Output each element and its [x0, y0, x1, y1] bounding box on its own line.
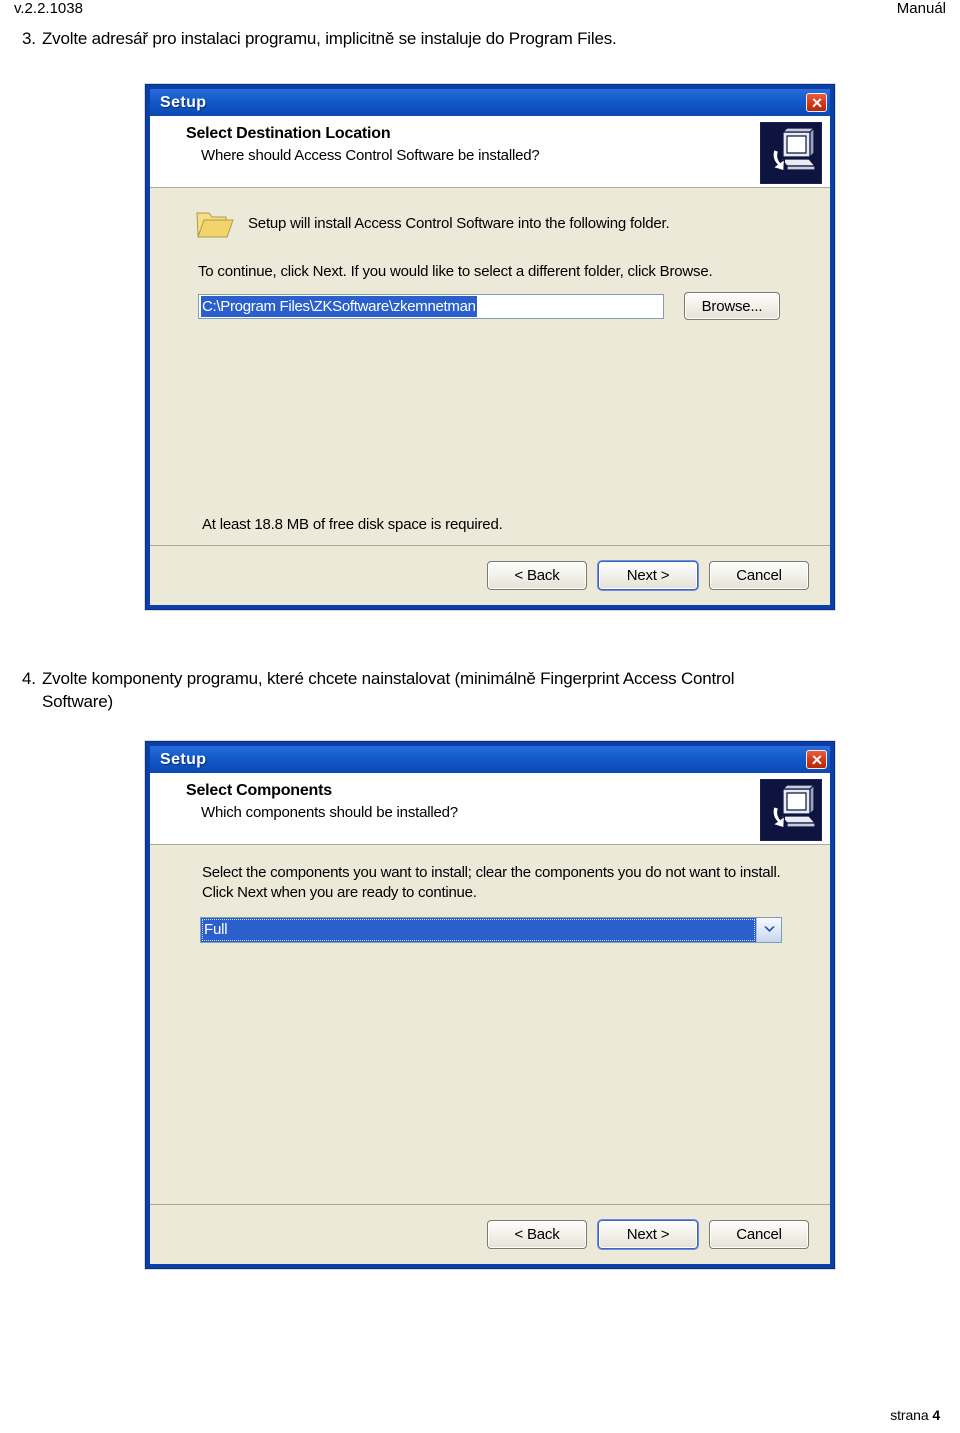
step-3-text: Zvolte adresář pro instalaci programu, i… — [42, 29, 617, 48]
step-3: 3. Zvolte adresář pro instalaci programu… — [0, 28, 900, 51]
dialog2-combo-row: Full — [150, 916, 830, 943]
setup-dialog-destination: Setup Select Destination Location Where … — [145, 84, 835, 610]
next-button-label: Next > — [626, 567, 670, 584]
chevron-down-icon[interactable] — [756, 917, 781, 942]
dialog1-disk-space: At least 18.8 MB of free disk space is r… — [202, 516, 503, 533]
back-button-label: < Back — [514, 1226, 560, 1243]
step-4-line1: Zvolte komponenty programu, které chcete… — [42, 669, 735, 688]
cancel-button-label: Cancel — [736, 567, 782, 584]
computer-install-icon — [760, 122, 822, 184]
dialog1-heading: Select Destination Location — [186, 125, 391, 142]
page-header: v.2.2.1038 Manuál — [0, 0, 960, 26]
dialog2-header-texts: Select Components Which components shoul… — [150, 782, 458, 844]
browse-button[interactable]: Browse... — [684, 292, 780, 320]
step-4-number: 4. — [22, 669, 36, 688]
dialog1-header-band: Select Destination Location Where should… — [150, 116, 830, 188]
dialog2-footer: < Back Next > Cancel — [150, 1204, 830, 1264]
dialog2-title: Setup — [160, 750, 207, 768]
document-version: v.2.2.1038 — [14, 0, 83, 17]
document-kind: Manuál — [896, 0, 946, 17]
page-footer: strana 4 — [890, 1407, 940, 1423]
step-3-number: 3. — [22, 29, 36, 48]
dialog1-folder-text: Setup will install Access Control Softwa… — [248, 214, 670, 232]
step-4-line2: Software) — [42, 691, 113, 711]
components-select[interactable]: Full — [200, 916, 782, 943]
step-4-text: Zvolte komponenty programu, které chcete… — [42, 668, 900, 714]
dialog1-footer: < Back Next > Cancel — [150, 545, 830, 605]
dialog2-instructions: Select the components you want to instal… — [150, 863, 830, 903]
dialog2-instructions-line1: Select the components you want to instal… — [202, 864, 736, 881]
back-button[interactable]: < Back — [487, 1220, 587, 1249]
browse-button-label: Browse... — [701, 297, 763, 315]
dialog2-titlebar: Setup — [150, 746, 830, 773]
dialog2-subheading: Which components should be installed? — [201, 804, 458, 821]
dialog1-header-texts: Select Destination Location Where should… — [150, 125, 540, 187]
back-button-label: < Back — [514, 567, 560, 584]
dialog1-inner: Select Destination Location Where should… — [150, 116, 830, 605]
next-button-label: Next > — [626, 1226, 670, 1243]
dialog2-heading: Select Components — [186, 782, 332, 799]
page-footer-number: 4 — [932, 1407, 940, 1423]
close-icon[interactable] — [806, 750, 827, 769]
dialog1-path-row: C:\Program Files\ZKSoftware\zkemnetman B… — [150, 292, 830, 320]
dialog1-body: Setup will install Access Control Softwa… — [150, 188, 830, 545]
dialog2-body: Select the components you want to instal… — [150, 845, 830, 1204]
dialog1-title: Setup — [160, 93, 207, 111]
dialog1-subheading: Where should Access Control Software be … — [201, 147, 540, 164]
dialog2-inner: Select Components Which components shoul… — [150, 773, 830, 1264]
dialog2-header-band: Select Components Which components shoul… — [150, 773, 830, 845]
cancel-button[interactable]: Cancel — [709, 561, 809, 590]
cancel-button-label: Cancel — [736, 1226, 782, 1243]
destination-path-input[interactable]: C:\Program Files\ZKSoftware\zkemnetman — [198, 293, 664, 319]
close-icon[interactable] — [806, 93, 827, 112]
next-button[interactable]: Next > — [598, 561, 698, 590]
components-select-value: Full — [201, 917, 756, 942]
setup-dialog-components: Setup Select Components Which components… — [145, 741, 835, 1269]
cancel-button[interactable]: Cancel — [709, 1220, 809, 1249]
step-4: 4. Zvolte komponenty programu, které chc… — [0, 668, 900, 714]
computer-install-icon — [760, 779, 822, 841]
dialog1-titlebar: Setup — [150, 89, 830, 116]
dialog1-folder-row: Setup will install Access Control Softwa… — [150, 202, 830, 244]
page-footer-label: strana — [890, 1407, 929, 1423]
dialog1-hint: To continue, click Next. If you would li… — [198, 263, 713, 280]
destination-path-value: C:\Program Files\ZKSoftware\zkemnetman — [201, 295, 477, 317]
next-button[interactable]: Next > — [598, 1220, 698, 1249]
folder-icon — [196, 208, 234, 239]
back-button[interactable]: < Back — [487, 561, 587, 590]
